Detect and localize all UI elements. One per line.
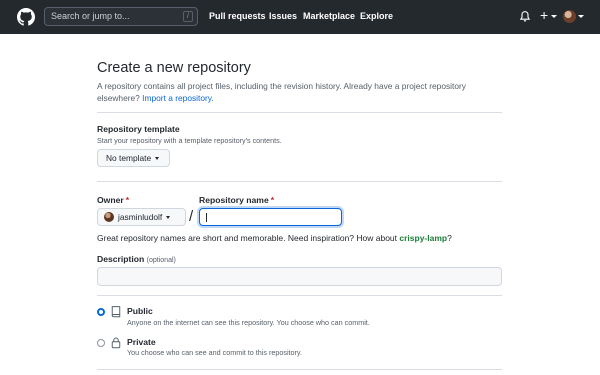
github-logo-icon[interactable] xyxy=(17,8,35,26)
public-radio[interactable] xyxy=(97,308,105,316)
optional-tag: (optional) xyxy=(146,257,176,264)
template-button-label: No template xyxy=(106,153,152,163)
required-mark: * xyxy=(125,195,130,205)
description-label: Description (optional) xyxy=(97,254,176,264)
divider xyxy=(97,295,502,296)
private-title: Private xyxy=(127,337,156,347)
repo-name-label: Repository name * xyxy=(199,195,274,205)
repo-name-label-text: Repository name xyxy=(199,195,269,205)
chevron-down-icon[interactable] xyxy=(578,15,584,18)
page-title: Create a new repository xyxy=(97,60,251,76)
search-placeholder: Search or jump to... xyxy=(51,11,130,21)
bell-icon[interactable] xyxy=(519,10,531,23)
private-radio[interactable] xyxy=(97,339,105,347)
divider xyxy=(97,112,502,113)
private-description: You choose who can see and commit to thi… xyxy=(127,348,302,357)
owner-select-button[interactable]: jasminludolf xyxy=(97,208,186,226)
page-intro: A repository contains all project files,… xyxy=(97,80,497,104)
public-title: Public xyxy=(127,306,153,316)
search-shortcut-key: / xyxy=(183,11,193,22)
avatar xyxy=(104,212,114,222)
owner-label-text: Owner xyxy=(97,195,124,205)
suggestion-end: ? xyxy=(447,233,452,243)
lock-icon xyxy=(111,337,121,349)
public-description: Anyone on the internet can see this repo… xyxy=(127,318,370,327)
chevron-down-icon xyxy=(166,215,171,219)
top-header: Search or jump to... / Pull requests Iss… xyxy=(0,0,600,34)
template-select-button[interactable]: No template xyxy=(97,149,170,167)
name-suggestion: Great repository names are short and mem… xyxy=(97,233,452,243)
suggested-name-link[interactable]: crispy-lamp xyxy=(399,233,447,243)
avatar[interactable] xyxy=(563,10,576,23)
divider xyxy=(97,369,502,370)
repo-icon xyxy=(111,306,121,318)
text-cursor xyxy=(206,213,207,222)
template-label: Repository template xyxy=(97,124,180,134)
required-mark: * xyxy=(270,195,275,205)
nav-explore[interactable]: Explore xyxy=(360,11,393,21)
nav-issues[interactable]: Issues xyxy=(269,11,297,21)
chevron-down-icon[interactable] xyxy=(551,15,557,18)
description-label-text: Description xyxy=(97,254,145,264)
divider xyxy=(97,181,502,182)
owner-value: jasminludolf xyxy=(118,212,163,222)
owner-repo-separator: / xyxy=(189,208,194,225)
nav-pull-requests[interactable]: Pull requests xyxy=(209,11,266,21)
import-repository-link[interactable]: Import a repository. xyxy=(142,93,214,103)
nav-marketplace[interactable]: Marketplace xyxy=(303,11,355,21)
suggestion-text: Great repository names are short and mem… xyxy=(97,233,398,243)
template-hint: Start your repository with a template re… xyxy=(97,136,282,145)
plus-icon[interactable]: + xyxy=(540,8,548,22)
repository-name-input[interactable] xyxy=(199,208,342,226)
chevron-down-icon xyxy=(155,156,160,160)
search-input[interactable]: Search or jump to... / xyxy=(44,7,198,26)
description-input[interactable] xyxy=(97,267,502,286)
owner-label: Owner * xyxy=(97,195,129,205)
